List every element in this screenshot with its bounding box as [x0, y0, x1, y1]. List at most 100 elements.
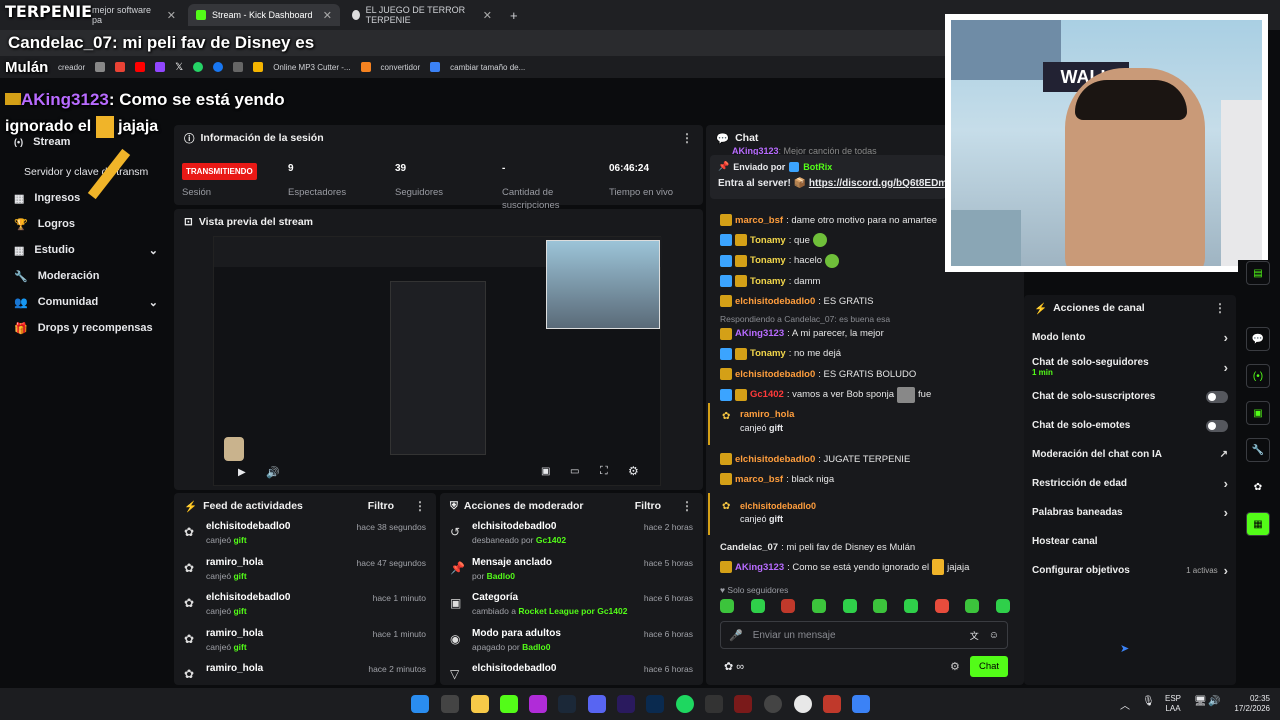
channel-action-1[interactable]: Chat de solo-seguidores 1 min › — [1024, 352, 1236, 382]
more-icon[interactable]: ⋮ — [681, 499, 693, 513]
mic-tray-icon[interactable]: 🎙 — [1142, 696, 1155, 707]
mic-icon[interactable]: 🎤 — [729, 629, 743, 642]
language-indicator[interactable]: ESP LAA — [1165, 694, 1181, 714]
mod-action-item[interactable]: ◉ Modo para adultos apagado por Badlo0 hace… — [440, 626, 703, 662]
feed-item[interactable]: ✿ ramiro_hola hace 2 minutos — [174, 661, 436, 685]
x-icon[interactable]: 𝕏 — [175, 62, 183, 73]
app-icon[interactable] — [823, 695, 841, 713]
premiere-icon[interactable] — [617, 695, 635, 713]
tab-juego-terror[interactable]: EL JUEGO DE TERROR TERPENIE ✕ — [344, 4, 500, 26]
rail-card-icon[interactable]: ▣ — [1246, 401, 1270, 425]
channel-action-6[interactable]: Palabras baneadas › — [1024, 498, 1236, 527]
pip-icon[interactable]: ▣ — [541, 466, 550, 477]
rail-app-icon[interactable]: ▦ — [1246, 512, 1270, 536]
chat-input[interactable]: 🎤 Enviar un mensaje 文 ☺ — [720, 621, 1008, 649]
send-chat-button[interactable]: Chat — [970, 656, 1008, 677]
discord-icon[interactable] — [588, 695, 606, 713]
toggle-switch[interactable] — [1206, 419, 1228, 432]
mod-action-item[interactable]: ↺ elchisitodebadlo0 desbaneado por Gc1402 h… — [440, 519, 703, 555]
settings-icon[interactable]: ⚙ — [628, 464, 639, 478]
twitch-icon[interactable] — [155, 62, 166, 72]
filter-button[interactable]: Filtro — [635, 500, 661, 512]
rail-button-1[interactable]: ▤ — [1246, 261, 1270, 285]
mod-action-item[interactable]: ▽ elchisitodebadlo0 hace 6 horas — [440, 661, 703, 685]
tab-software[interactable]: mejor software pa ✕ — [84, 4, 184, 26]
emote-button[interactable] — [965, 599, 980, 613]
rail-broadcast-icon[interactable]: (•) — [1246, 364, 1270, 388]
bookmark-mp3-cutter[interactable]: Online MP3 Cutter -... — [273, 63, 350, 72]
bookmark-cambiar-tamano[interactable]: cambiar tamaño de... — [450, 63, 525, 72]
channel-action-5[interactable]: Restricción de edad › — [1024, 469, 1236, 498]
taskview-icon[interactable] — [441, 695, 459, 713]
more-icon[interactable]: ⋮ — [681, 131, 693, 145]
close-icon[interactable]: ✕ — [167, 9, 176, 22]
sidebar-item-server-key[interactable]: Servidor y clave de transm — [0, 159, 172, 185]
emote-button[interactable] — [811, 599, 826, 613]
emote-button[interactable] — [720, 599, 734, 613]
emote-button[interactable] — [842, 599, 857, 613]
volume-icon[interactable]: 🔊 — [266, 466, 280, 479]
facebook-icon[interactable] — [213, 62, 224, 72]
emote-button[interactable] — [750, 599, 765, 613]
discord-link[interactable]: https://discord.gg/bQ6t8EDmF — [809, 178, 953, 189]
more-icon[interactable]: ⋮ — [1214, 301, 1226, 315]
chrome-icon[interactable] — [794, 695, 812, 713]
more-icon[interactable]: ⋮ — [414, 499, 426, 513]
new-tab-button[interactable]: + — [502, 4, 524, 26]
points-icon[interactable]: ✿ ∞ — [724, 660, 744, 673]
channel-action-8[interactable]: Configurar objetivos 1 activas › — [1024, 556, 1236, 585]
sidebar-item-drops[interactable]: 🎁 Drops y recompensas — [0, 315, 172, 341]
mod-action-item[interactable]: ▣ Categoría cambiado a Rocket League por G… — [440, 590, 703, 626]
sidebar-item-community[interactable]: 👥 Comunidad ⌄ — [0, 289, 172, 315]
emote-button[interactable] — [903, 599, 918, 613]
channel-action-2[interactable]: Chat de solo-suscriptores — [1024, 382, 1236, 411]
app-icon[interactable] — [705, 695, 723, 713]
channel-action-3[interactable]: Chat de solo-emotes — [1024, 411, 1236, 440]
mod-action-item[interactable]: 📌 Mensaje anclado por Badlo0 hace 5 horas — [440, 555, 703, 591]
sidebar-item-studio[interactable]: ▦ Estudio ⌄ — [0, 237, 172, 263]
translate-icon[interactable]: 文 — [970, 629, 979, 642]
emoji-icon[interactable]: ☺ — [989, 630, 999, 641]
channel-action-7[interactable]: Hostear canal — [1024, 527, 1236, 556]
feed-item[interactable]: ✿ ramiro_hola canjeó gift hace 47 segundos — [174, 555, 436, 591]
app-icon[interactable] — [764, 695, 782, 713]
clock[interactable]: 02:35 17/2/2026 — [1226, 694, 1270, 714]
feed-item[interactable]: ✿ elchisitodebadlo0 canjeó gift hace 1 minu… — [174, 590, 436, 626]
network-icon[interactable]: 🖥 — [1194, 696, 1207, 707]
whatsapp-icon[interactable] — [193, 62, 204, 72]
emote-button[interactable] — [781, 599, 796, 613]
play-icon[interactable]: ▶ — [238, 467, 246, 478]
rail-wrench-icon[interactable]: 🔧 — [1246, 438, 1270, 462]
feed-item[interactable]: ✿ ramiro_hola canjeó gift hace 1 minuto — [174, 626, 436, 662]
steam-icon[interactable] — [558, 695, 576, 713]
photoshop-icon[interactable] — [646, 695, 664, 713]
bookmark-creador[interactable]: creador — [58, 63, 85, 72]
kick-app-icon[interactable] — [500, 695, 518, 713]
filter-button[interactable]: Filtro — [368, 500, 394, 512]
app-icon[interactable] — [734, 695, 752, 713]
threads-icon[interactable] — [233, 62, 244, 72]
volume-tray-icon[interactable]: 🔊 — [1208, 696, 1220, 707]
emote-button[interactable] — [934, 599, 949, 613]
app-icon[interactable] — [529, 695, 547, 713]
tray-chevron-icon[interactable]: ︿ — [1120, 697, 1130, 712]
rail-community-icon[interactable]: ✿ — [1246, 475, 1270, 499]
theater-icon[interactable]: ▭ — [570, 466, 579, 477]
feed-item[interactable]: ✿ elchisitodebadlo0 canjeó gift hace 38 seg… — [174, 519, 436, 555]
toggle-switch[interactable] — [1206, 390, 1228, 403]
channel-action-0[interactable]: Modo lento › — [1024, 323, 1236, 352]
emote-button[interactable] — [995, 599, 1010, 613]
stream-video[interactable]: ▶ 🔊 ▣ ▭ ⛶ ⚙ — [213, 236, 662, 486]
sidebar-item-achievements[interactable]: 🏆 Logros — [0, 211, 172, 237]
windows-start-icon[interactable] — [411, 695, 429, 713]
close-icon[interactable]: ✕ — [483, 9, 492, 22]
bookmark-convertidor[interactable]: convertidor — [381, 63, 421, 72]
spotify-icon[interactable] — [676, 695, 694, 713]
fullscreen-icon[interactable]: ⛶ — [600, 465, 608, 478]
apple-icon[interactable] — [95, 62, 106, 72]
chat-settings-icon[interactable]: ⚙ — [950, 660, 960, 673]
youtube-icon[interactable] — [135, 62, 146, 72]
pinned-message[interactable]: 📌 Enviado por BotRix Entra al server! 📦 ht… — [710, 155, 953, 199]
emote-button[interactable] — [873, 599, 888, 613]
close-icon[interactable]: ✕ — [323, 9, 332, 22]
